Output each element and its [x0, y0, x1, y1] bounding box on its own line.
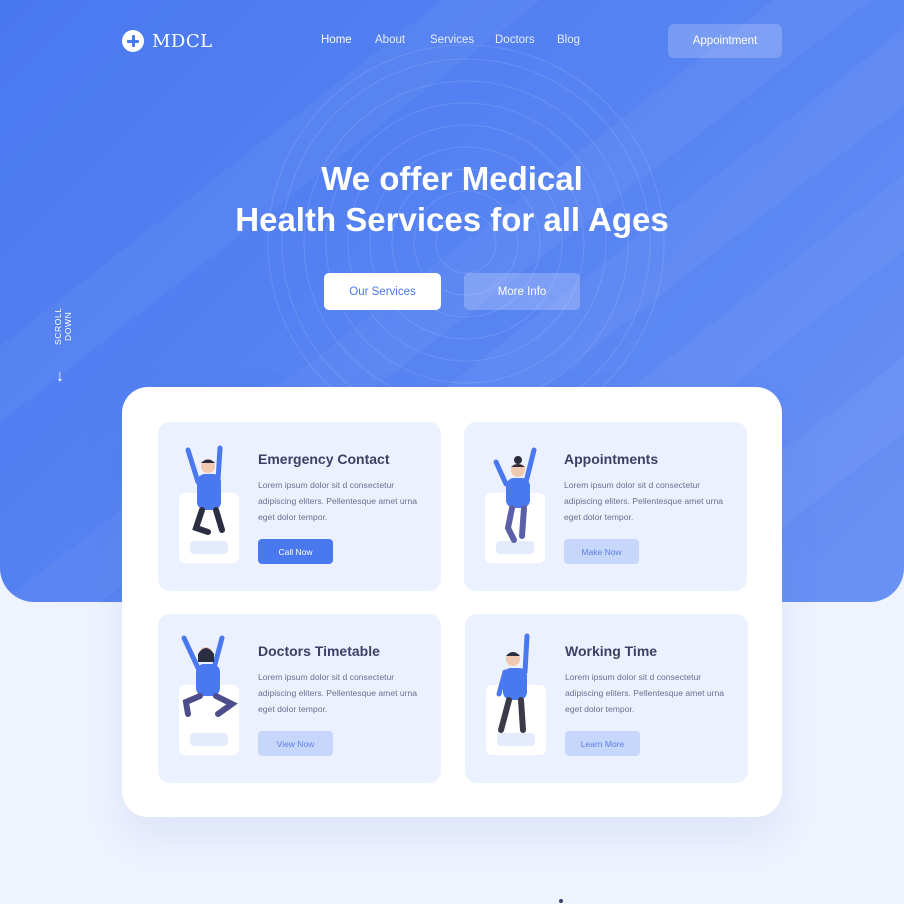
brand-logo[interactable]: MDCL [122, 30, 213, 52]
card-description: Lorem ipsum dolor sit d consectetur adip… [564, 480, 724, 522]
call-now-button[interactable]: Call Now [258, 539, 333, 564]
arrow-down-icon: ↓ [56, 368, 64, 385]
person-jumping-illustration [178, 632, 240, 758]
make-now-button[interactable]: Make Now [564, 539, 639, 564]
person-jumping-illustration [485, 632, 547, 758]
nav-item-blog[interactable]: Blog [557, 34, 580, 46]
card-description: Lorem ipsum dolor sit d consectetur adip… [565, 672, 725, 714]
person-jumping-illustration [484, 440, 546, 566]
card-description: Lorem ipsum dolor sit d consectetur adip… [258, 480, 418, 522]
more-info-button[interactable]: More Info [464, 273, 580, 310]
nav-item-doctors[interactable]: Doctors [495, 34, 535, 46]
card-working-time: Working Time Lorem ipsum dolor sit d con… [465, 614, 748, 783]
headline-line-2: Health Services for all Ages [235, 201, 669, 238]
our-services-button[interactable]: Our Services [324, 273, 441, 310]
scroll-down-label: SCROLL DOWN [53, 307, 73, 345]
medical-cross-icon [122, 30, 144, 52]
decor-dot [559, 899, 563, 903]
nav-item-about[interactable]: About [375, 34, 405, 46]
card-doctors-timetable: Doctors Timetable Lorem ipsum dolor sit … [158, 614, 441, 783]
appointment-button[interactable]: Appointment [668, 24, 782, 58]
card-description: Lorem ipsum dolor sit d consectetur adip… [258, 672, 418, 714]
top-nav: MDCL Home About Services Doctors Blog Ap… [0, 0, 904, 82]
person-jumping-illustration [178, 440, 240, 566]
card-appointments: Appointments Lorem ipsum dolor sit d con… [464, 422, 747, 591]
hero-headline: We offer Medical Health Services for all… [0, 158, 904, 240]
nav-item-services[interactable]: Services [430, 34, 474, 46]
learn-more-button[interactable]: Learn More [565, 731, 640, 756]
view-now-button[interactable]: View Now [258, 731, 333, 756]
scroll-down-indicator[interactable]: SCROLL DOWN ↓ [53, 292, 73, 392]
brand-name: MDCL [152, 30, 213, 52]
card-emergency-contact: Emergency Contact Lorem ipsum dolor sit … [158, 422, 441, 591]
services-panel: Emergency Contact Lorem ipsum dolor sit … [122, 387, 782, 817]
nav-item-home[interactable]: Home [321, 34, 352, 46]
card-title: Emergency Contact [258, 451, 390, 467]
card-title: Doctors Timetable [258, 643, 380, 659]
card-title: Appointments [564, 451, 659, 467]
headline-line-1: We offer Medical [321, 160, 583, 197]
card-title: Working Time [565, 643, 658, 659]
